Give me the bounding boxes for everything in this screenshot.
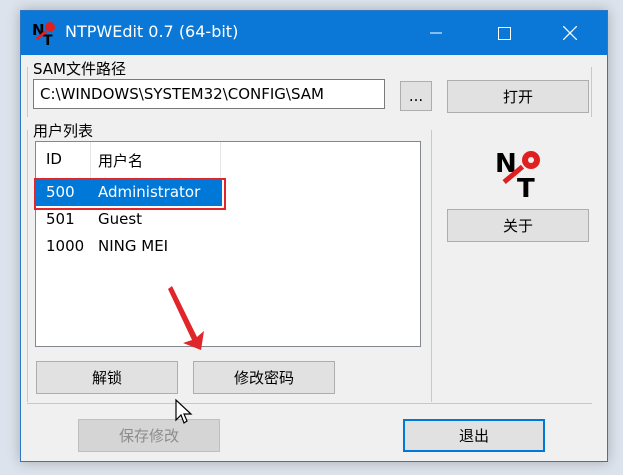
- group-border: [431, 130, 432, 402]
- column-username-header[interactable]: 用户名: [98, 150, 143, 171]
- list-header: ID 用户名: [36, 142, 420, 178]
- list-item[interactable]: 1000 NING MEI: [36, 234, 420, 260]
- change-password-button[interactable]: 修改密码: [193, 361, 335, 394]
- app-logo-icon: N T: [495, 149, 540, 198]
- sam-path-input[interactable]: C:\WINDOWS\SYSTEM32\CONFIG\SAM: [33, 79, 385, 109]
- open-button[interactable]: 打开: [447, 80, 589, 113]
- group-border: [27, 130, 28, 402]
- unlock-button[interactable]: 解锁: [36, 361, 178, 394]
- close-button[interactable]: [547, 11, 593, 55]
- sam-path-label: SAM文件路径: [33, 60, 127, 78]
- user-name: Guest: [98, 210, 143, 228]
- maximize-icon: [497, 26, 511, 40]
- column-separator[interactable]: [220, 142, 221, 178]
- app-logo-icon: N T: [32, 21, 55, 46]
- user-id: 500: [46, 183, 75, 201]
- user-list[interactable]: ID 用户名 500 Administrator 501 Guest 1000 …: [35, 141, 421, 347]
- close-icon: [563, 26, 577, 40]
- mouse-cursor-icon: [175, 398, 193, 424]
- list-item[interactable]: 500 Administrator: [36, 180, 222, 206]
- user-list-label: 用户列表: [33, 122, 94, 140]
- group-border: [27, 403, 592, 404]
- user-id: 1000: [46, 237, 85, 255]
- ntpwedit-window: N T NTPWEdit 0.7 (64-bit) SAM文件路径 C:\WIN…: [20, 10, 608, 462]
- maximize-button[interactable]: [481, 11, 527, 55]
- window-title: NTPWEdit 0.7 (64-bit): [65, 22, 239, 41]
- user-name: NING MEI: [98, 237, 169, 255]
- group-border: [27, 67, 28, 117]
- save-changes-button[interactable]: 保存修改: [78, 419, 220, 452]
- title-bar[interactable]: N T NTPWEdit 0.7 (64-bit): [21, 11, 607, 55]
- list-item[interactable]: 501 Guest: [36, 207, 420, 233]
- arrow-annotation-icon: [168, 286, 204, 350]
- about-button[interactable]: 关于: [447, 209, 589, 242]
- svg-text:T: T: [517, 174, 535, 198]
- column-separator[interactable]: [90, 142, 91, 178]
- exit-button[interactable]: 退出: [403, 419, 545, 452]
- minimize-icon: [430, 32, 442, 34]
- browse-button[interactable]: ...: [400, 81, 432, 111]
- svg-text:T: T: [43, 33, 53, 46]
- column-id-header[interactable]: ID: [46, 150, 62, 168]
- group-border: [591, 67, 592, 117]
- user-name: Administrator: [98, 183, 201, 201]
- user-id: 501: [46, 210, 75, 228]
- minimize-button[interactable]: [413, 11, 459, 55]
